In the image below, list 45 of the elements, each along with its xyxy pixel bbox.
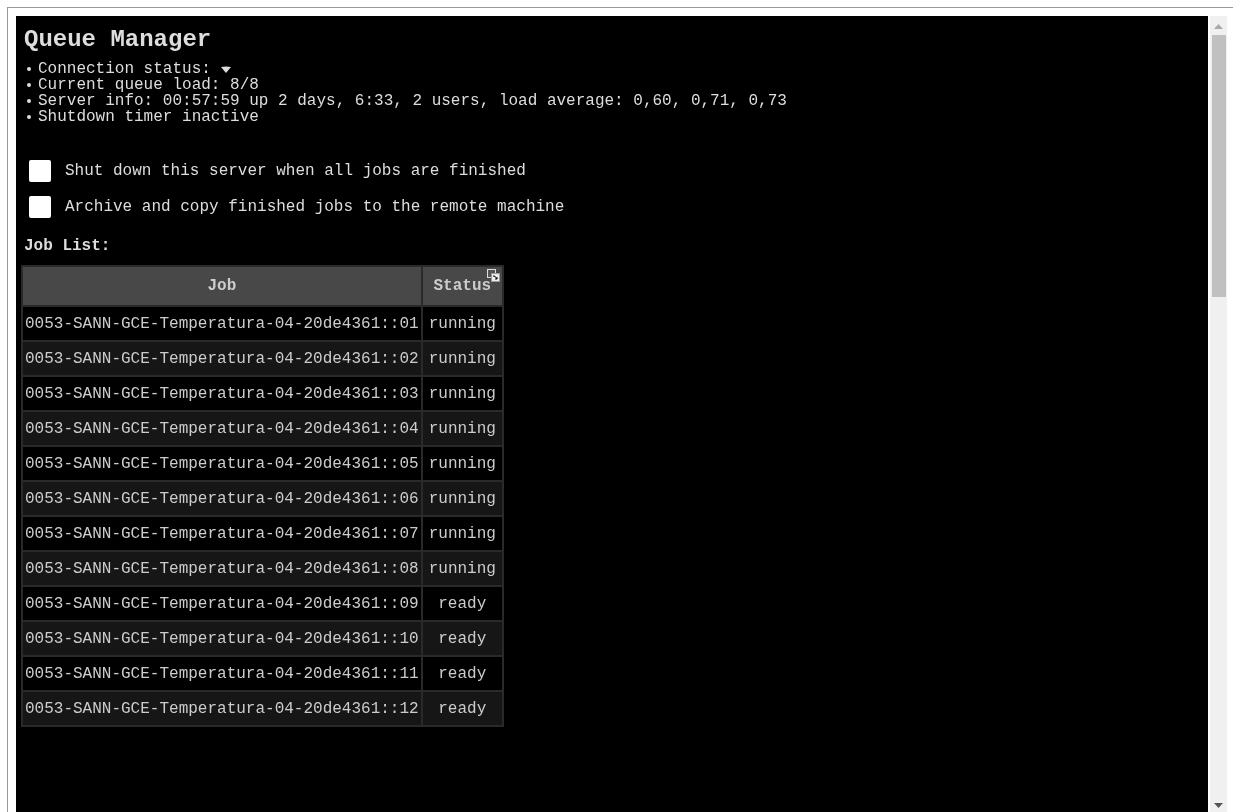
table-cell: running [422,342,502,375]
bullet-icon [27,99,31,103]
bullet-icon [27,67,31,71]
table-cell: running [422,412,502,445]
table-cell: running [422,482,502,515]
table-cell: 0053-SANN-GCE-Temperatura-04-20de4361::11 [23,657,421,690]
table-cell: 0053-SANN-GCE-Temperatura-04-20de4361::06 [23,482,421,515]
scrollbar[interactable] [1210,16,1227,812]
table-cell: 0053-SANN-GCE-Temperatura-04-20de4361::10 [23,622,421,655]
checkbox-label: Shut down this server when all jobs are finished [65,162,526,180]
table-cell: running [422,377,502,410]
scroll-up-icon[interactable] [1214,24,1223,29]
table-cell: 0053-SANN-GCE-Temperatura-04-20de4361::02 [23,342,421,375]
table-cell: 0053-SANN-GCE-Temperatura-04-20de4361::07 [23,517,421,550]
column-header[interactable]: Status [422,267,502,305]
table-cell: 0053-SANN-GCE-Temperatura-04-20de4361::08 [23,552,421,585]
table-cell: 0053-SANN-GCE-Temperatura-04-20de4361::05 [23,447,421,480]
table-cell: ready [422,692,502,725]
info-text: Shutdown timer inactive [38,109,259,125]
bullet-icon [27,83,31,87]
table-cell: 0053-SANN-GCE-Temperatura-04-20de4361::01 [23,307,421,340]
table-cell: ready [422,657,502,690]
table-cell: running [422,307,502,340]
checkbox[interactable] [29,160,51,182]
table-cell: ready [422,622,502,655]
column-header[interactable]: Job [23,267,421,305]
page-title: Queue Manager [24,26,213,53]
caret-icon[interactable] [220,65,231,73]
table-cell: 0053-SANN-GCE-Temperatura-04-20de4361::03 [23,377,421,410]
checkbox[interactable] [29,196,51,218]
table-cell: running [422,552,502,585]
info-text: Connection status: [38,61,211,77]
section-heading: Job List: [24,237,112,255]
scrollbar-thumb[interactable] [1211,35,1226,297]
table-cell: running [422,517,502,550]
scroll-down-icon[interactable] [1214,803,1223,808]
table-cell: 0053-SANN-GCE-Temperatura-04-20de4361::09 [23,587,421,620]
info-text: Server info: 00:57:59 up 2 days, 6:33, 2 users, load average: 0,60, 0,71, 0,73 [38,93,787,109]
table-cell: ready [422,587,502,620]
checkbox-label: Archive and copy finished jobs to the remote machine [65,198,565,216]
table-cell: running [422,447,502,480]
table-cell: 0053-SANN-GCE-Temperatura-04-20de4361::12 [23,692,421,725]
bullet-icon [27,115,31,119]
info-text: Current queue load: 8/8 [38,77,259,93]
table-cell: 0053-SANN-GCE-Temperatura-04-20de4361::04 [23,412,421,445]
